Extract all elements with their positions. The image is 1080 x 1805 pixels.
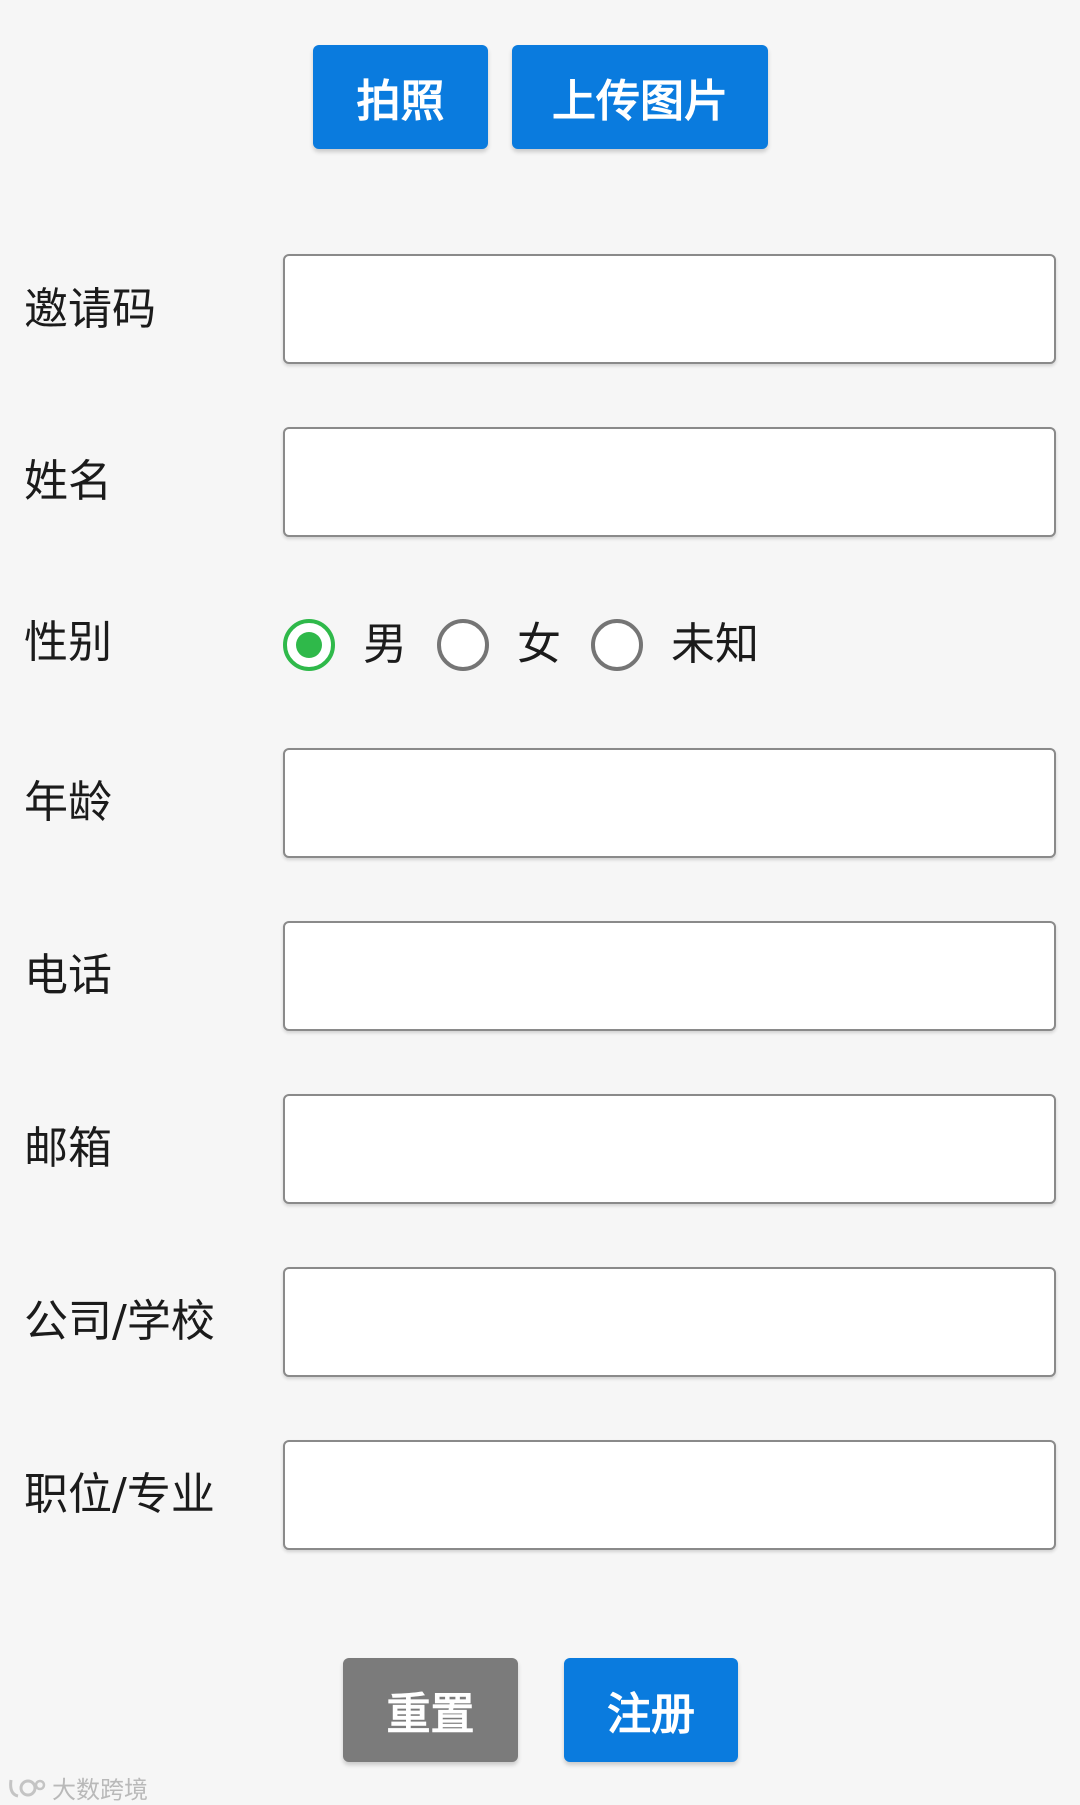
watermark-logo-icon [9, 1779, 46, 1797]
gender-option-female[interactable]: 女 [437, 615, 561, 675]
take-photo-button[interactable]: 拍照 [313, 45, 488, 149]
gender-option-label: 未知 [671, 619, 759, 670]
company-school-label: 公司/学校 [24, 1296, 215, 1347]
gender-option-label: 女 [517, 619, 561, 670]
radio-unchecked-icon[interactable] [591, 619, 643, 671]
upload-image-button[interactable]: 上传图片 [512, 45, 768, 149]
gender-option-male[interactable]: 男 [283, 615, 407, 675]
gender-option-unknown[interactable]: 未知 [591, 615, 759, 675]
name-input[interactable] [283, 427, 1056, 537]
invite-code-input[interactable] [283, 254, 1056, 364]
radio-checked-icon[interactable] [283, 619, 335, 671]
email-label: 邮箱 [24, 1123, 112, 1174]
gender-radio-group: 男 女 未知 [283, 612, 789, 678]
reset-button[interactable]: 重置 [343, 1658, 518, 1762]
gender-option-label: 男 [363, 619, 407, 670]
name-label: 姓名 [24, 456, 112, 507]
watermark-text: 大数跨境 [52, 1776, 148, 1804]
age-input[interactable] [283, 748, 1056, 858]
register-button[interactable]: 注册 [564, 1658, 738, 1762]
phone-input[interactable] [283, 921, 1056, 1031]
position-major-label: 职位/专业 [24, 1469, 215, 1520]
phone-label: 电话 [24, 950, 112, 1001]
watermark: 大数跨境 [8, 1770, 148, 1805]
age-label: 年龄 [24, 777, 112, 828]
company-school-input[interactable] [283, 1267, 1056, 1377]
gender-label: 性别 [24, 617, 112, 668]
radio-unchecked-icon[interactable] [437, 619, 489, 671]
email-input[interactable] [283, 1094, 1056, 1204]
invite-code-label: 邀请码 [24, 284, 156, 335]
position-major-input[interactable] [283, 1440, 1056, 1550]
